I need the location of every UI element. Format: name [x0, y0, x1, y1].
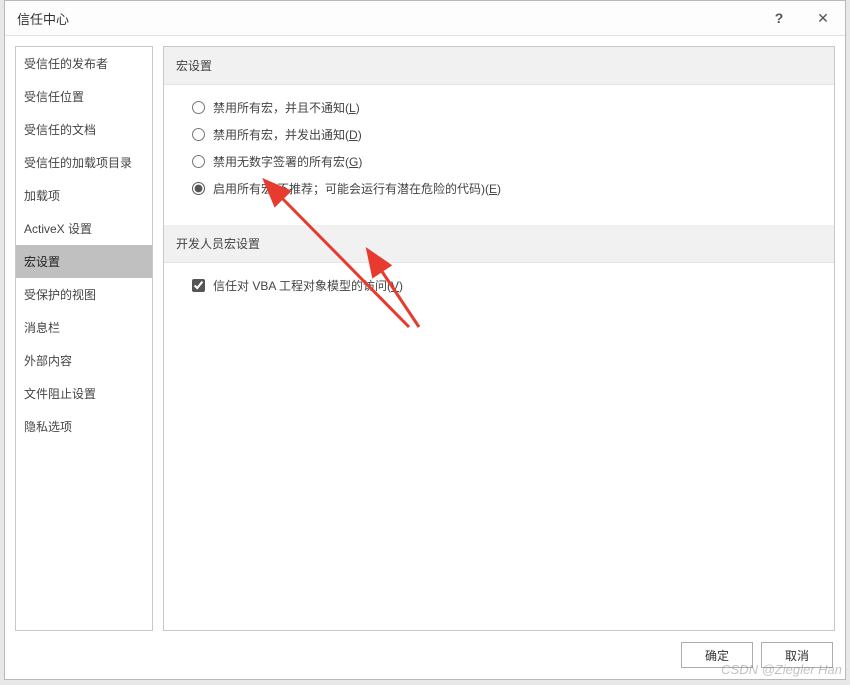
sidebar-item-trusted-locations[interactable]: 受信任位置 [16, 80, 152, 113]
checkbox-label: 信任对 VBA 工程对象模型的访问(V) [213, 277, 403, 294]
titlebar-controls: ? ✕ [757, 1, 845, 35]
developer-settings-header: 开发人员宏设置 [164, 225, 834, 263]
radio-enable-all[interactable]: 启用所有宏(不推荐；可能会运行有潜在危险的代码)(E) [192, 180, 816, 197]
trust-center-dialog: 信任中心 ? ✕ 受信任的发布者 受信任位置 受信任的文档 受信任的加载项目录 … [4, 0, 846, 680]
radio-input[interactable] [192, 101, 205, 114]
sidebar-item-addins[interactable]: 加载项 [16, 179, 152, 212]
help-button[interactable]: ? [757, 1, 801, 35]
radio-label: 禁用所有宏，并且不通知(L) [213, 99, 360, 116]
close-button[interactable]: ✕ [801, 1, 845, 35]
cancel-button[interactable]: 取消 [761, 642, 833, 668]
radio-label: 禁用无数字签署的所有宏(G) [213, 153, 362, 170]
dialog-title: 信任中心 [17, 9, 757, 28]
radio-input[interactable] [192, 155, 205, 168]
sidebar-item-trusted-documents[interactable]: 受信任的文档 [16, 113, 152, 146]
sidebar-item-file-block-settings[interactable]: 文件阻止设置 [16, 377, 152, 410]
checkbox-input[interactable] [192, 279, 205, 292]
sidebar-item-external-content[interactable]: 外部内容 [16, 344, 152, 377]
sidebar-item-privacy-options[interactable]: 隐私选项 [16, 410, 152, 443]
content-panel: 宏设置 禁用所有宏，并且不通知(L) 禁用所有宏，并发出通知(D) 禁用无数字签… [163, 46, 835, 631]
sidebar-item-activex-settings[interactable]: ActiveX 设置 [16, 212, 152, 245]
dialog-footer: 确定 取消 [5, 631, 845, 679]
sidebar-item-trusted-publishers[interactable]: 受信任的发布者 [16, 47, 152, 80]
radio-input[interactable] [192, 182, 205, 195]
sidebar-item-protected-view[interactable]: 受保护的视图 [16, 278, 152, 311]
titlebar: 信任中心 ? ✕ [5, 1, 845, 36]
dialog-body: 受信任的发布者 受信任位置 受信任的文档 受信任的加载项目录 加载项 Activ… [5, 36, 845, 631]
developer-settings-body: 信任对 VBA 工程对象模型的访问(V) [164, 263, 834, 312]
sidebar-item-message-bar[interactable]: 消息栏 [16, 311, 152, 344]
radio-disable-unsigned[interactable]: 禁用无数字签署的所有宏(G) [192, 153, 816, 170]
radio-label: 启用所有宏(不推荐；可能会运行有潜在危险的代码)(E) [213, 180, 501, 197]
macro-settings-body: 禁用所有宏，并且不通知(L) 禁用所有宏，并发出通知(D) 禁用无数字签署的所有… [164, 85, 834, 225]
checkbox-trust-vba-access[interactable]: 信任对 VBA 工程对象模型的访问(V) [192, 277, 816, 294]
radio-label: 禁用所有宏，并发出通知(D) [213, 126, 362, 143]
radio-input[interactable] [192, 128, 205, 141]
radio-disable-no-notify[interactable]: 禁用所有宏，并且不通知(L) [192, 99, 816, 116]
ok-button[interactable]: 确定 [681, 642, 753, 668]
sidebar-item-macro-settings[interactable]: 宏设置 [16, 245, 152, 278]
radio-disable-with-notify[interactable]: 禁用所有宏，并发出通知(D) [192, 126, 816, 143]
macro-settings-header: 宏设置 [164, 47, 834, 85]
sidebar-item-trusted-addin-catalogs[interactable]: 受信任的加载项目录 [16, 146, 152, 179]
sidebar: 受信任的发布者 受信任位置 受信任的文档 受信任的加载项目录 加载项 Activ… [15, 46, 153, 631]
